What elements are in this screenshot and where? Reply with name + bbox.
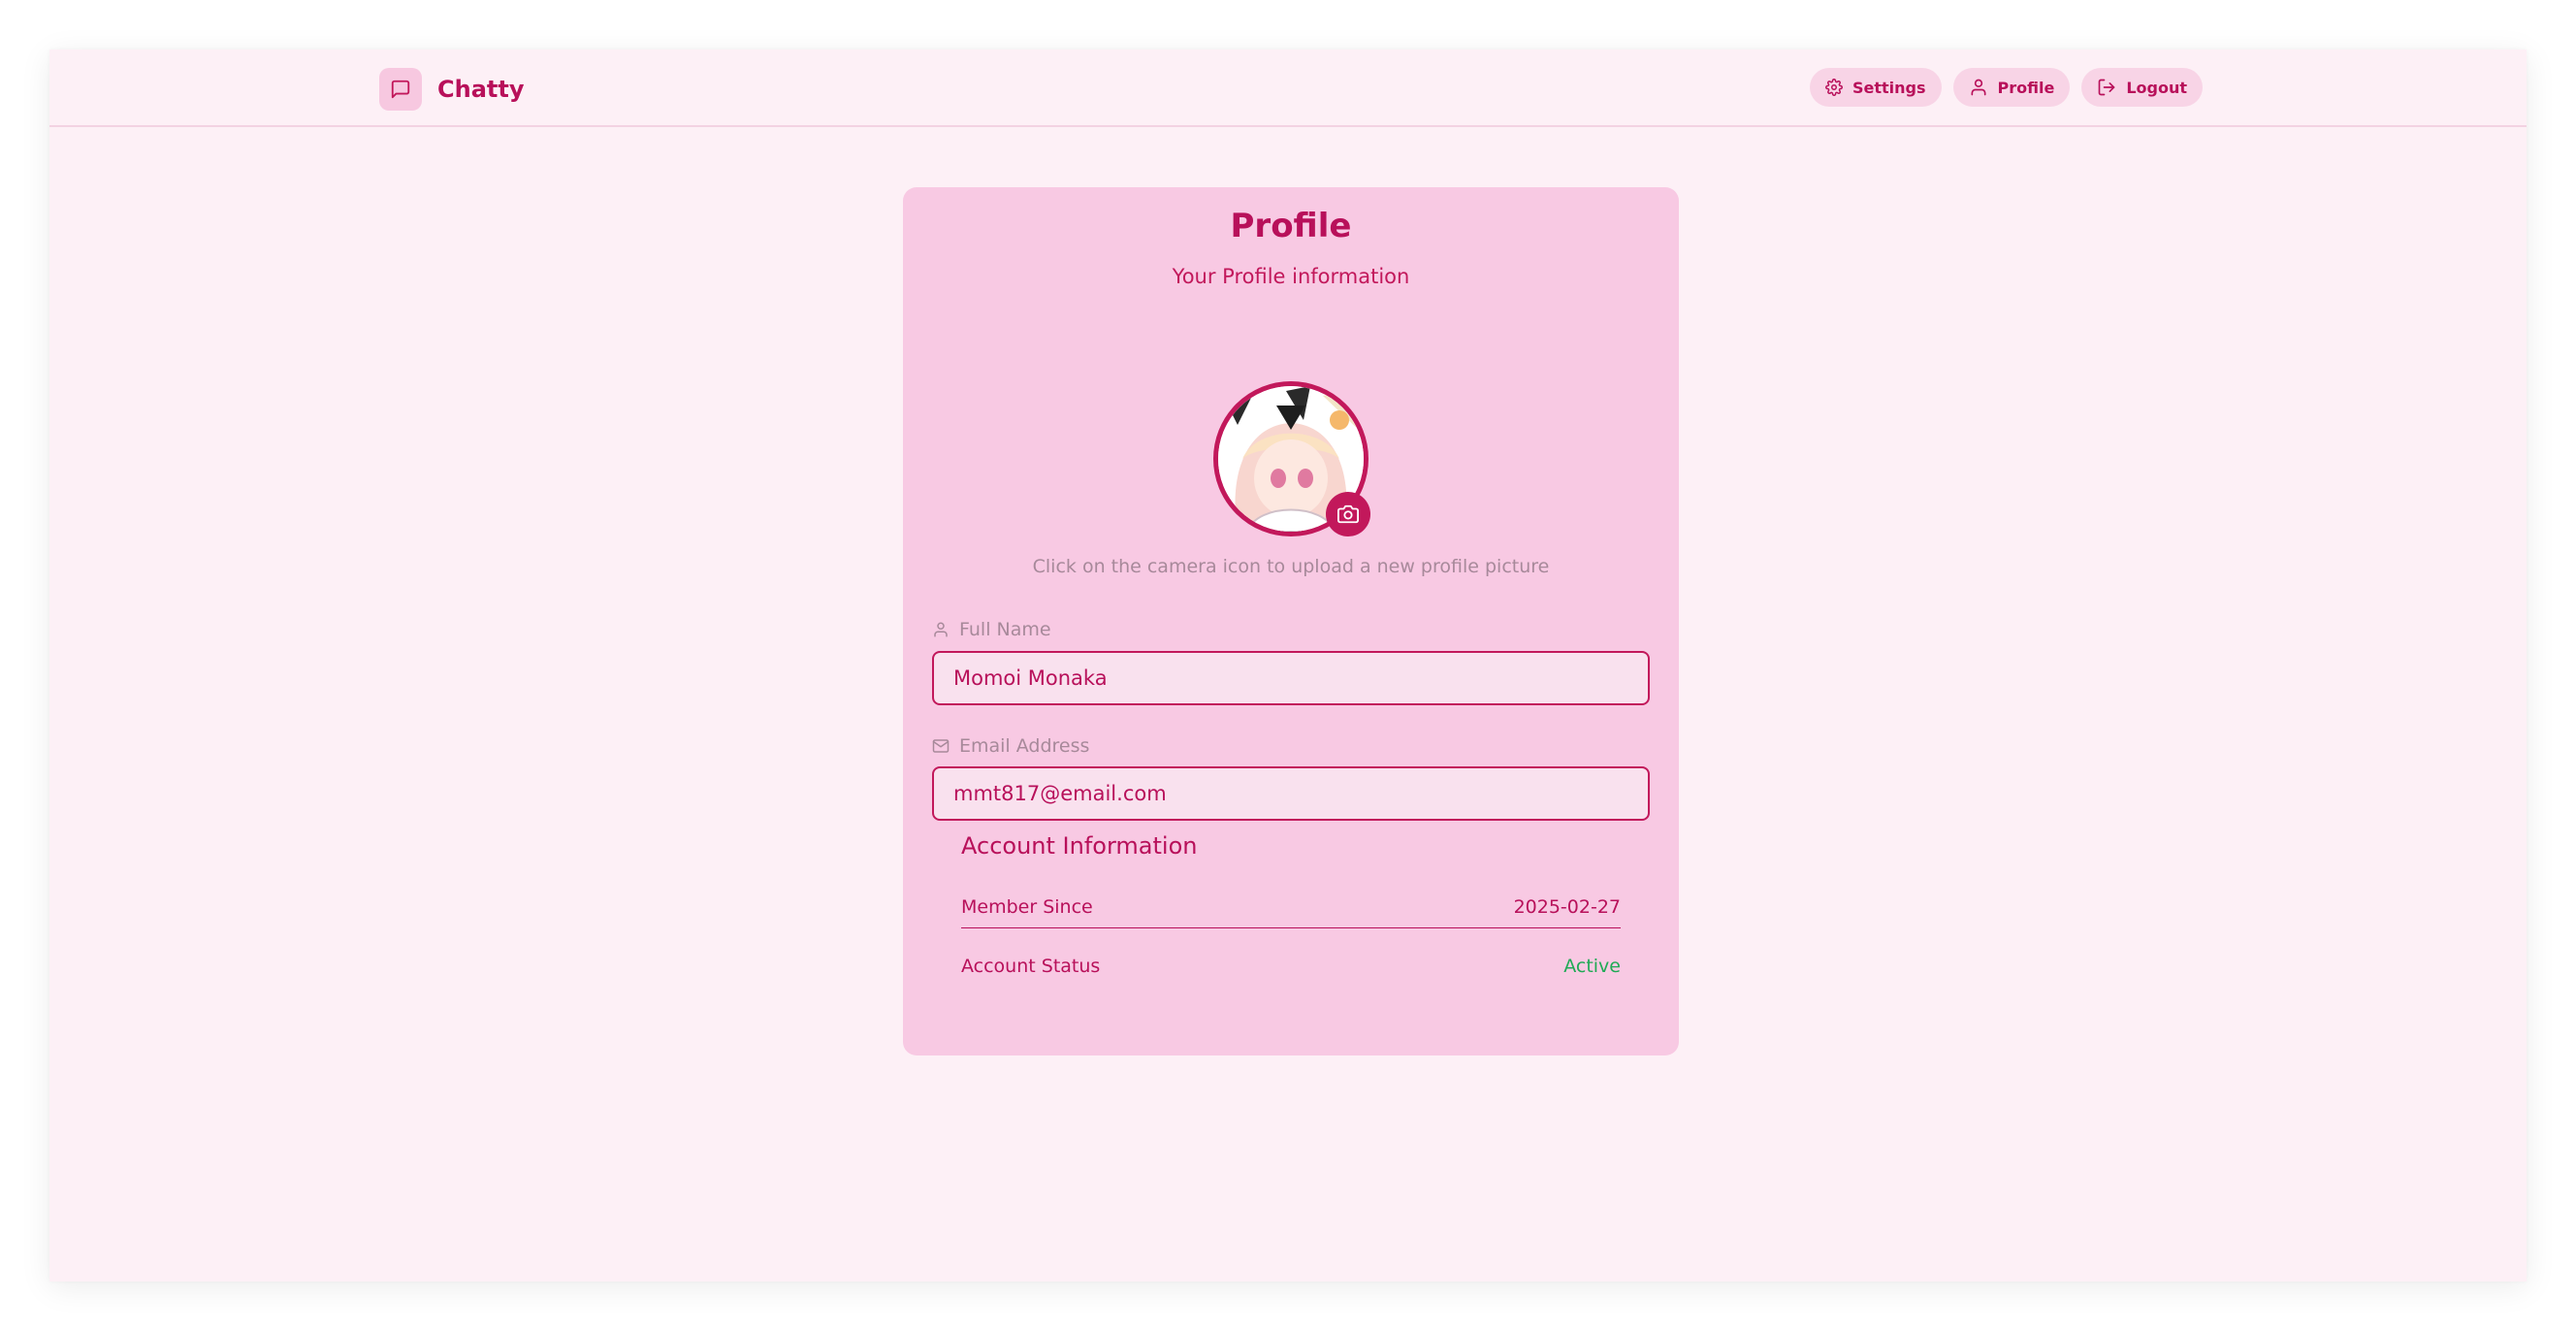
mail-icon xyxy=(932,739,950,753)
member-since-row: Member Since 2025-02-27 xyxy=(961,887,1621,928)
member-since-value: 2025-02-27 xyxy=(1513,896,1621,918)
logout-label: Logout xyxy=(2126,78,2187,97)
user-icon xyxy=(934,622,948,637)
account-status-label: Account Status xyxy=(961,956,1101,977)
avatar-hint: Click on the camera icon to upload a new… xyxy=(1032,556,1550,577)
page-subtitle: Your Profile information xyxy=(1172,265,1410,288)
account-information: Account Information Member Since 2025-02… xyxy=(961,832,1621,987)
full-name-field[interactable] xyxy=(932,651,1650,705)
message-square-icon xyxy=(391,80,410,99)
status-badge: Active xyxy=(1563,956,1621,977)
nav-actions: Settings Profile Logout xyxy=(1809,68,2203,109)
profile-card: Profile Your Profile information Click o… xyxy=(903,187,1679,1055)
logout-button[interactable]: Logout xyxy=(2081,68,2203,107)
upload-avatar-button[interactable] xyxy=(1326,492,1370,536)
account-information-title: Account Information xyxy=(961,832,1198,860)
email-label: Email Address xyxy=(932,735,1089,757)
camera-icon xyxy=(1337,504,1359,524)
settings-label: Settings xyxy=(1852,78,1926,97)
gear-icon xyxy=(1825,79,1843,96)
full-name-label: Full Name xyxy=(932,619,1051,640)
brand-link[interactable]: Chatty xyxy=(379,68,524,111)
profile-label: Profile xyxy=(1997,78,2055,97)
email-field[interactable] xyxy=(932,766,1650,821)
member-since-label: Member Since xyxy=(961,896,1093,918)
page-title: Profile xyxy=(1230,207,1352,245)
navbar: Chatty Settings Profile Logout xyxy=(49,49,2527,127)
app-window: Chatty Settings Profile Logout Profile Y… xyxy=(49,49,2527,1282)
user-icon xyxy=(1971,79,1986,96)
brand-badge xyxy=(379,68,422,111)
brand-name: Chatty xyxy=(437,76,525,103)
account-status-row: Account Status Active xyxy=(961,946,1621,987)
full-name-label-text: Full Name xyxy=(959,619,1051,640)
logout-icon xyxy=(2098,79,2115,96)
settings-button[interactable]: Settings xyxy=(1809,68,1942,107)
profile-button[interactable]: Profile xyxy=(1952,68,2071,107)
email-label-text: Email Address xyxy=(959,735,1090,757)
